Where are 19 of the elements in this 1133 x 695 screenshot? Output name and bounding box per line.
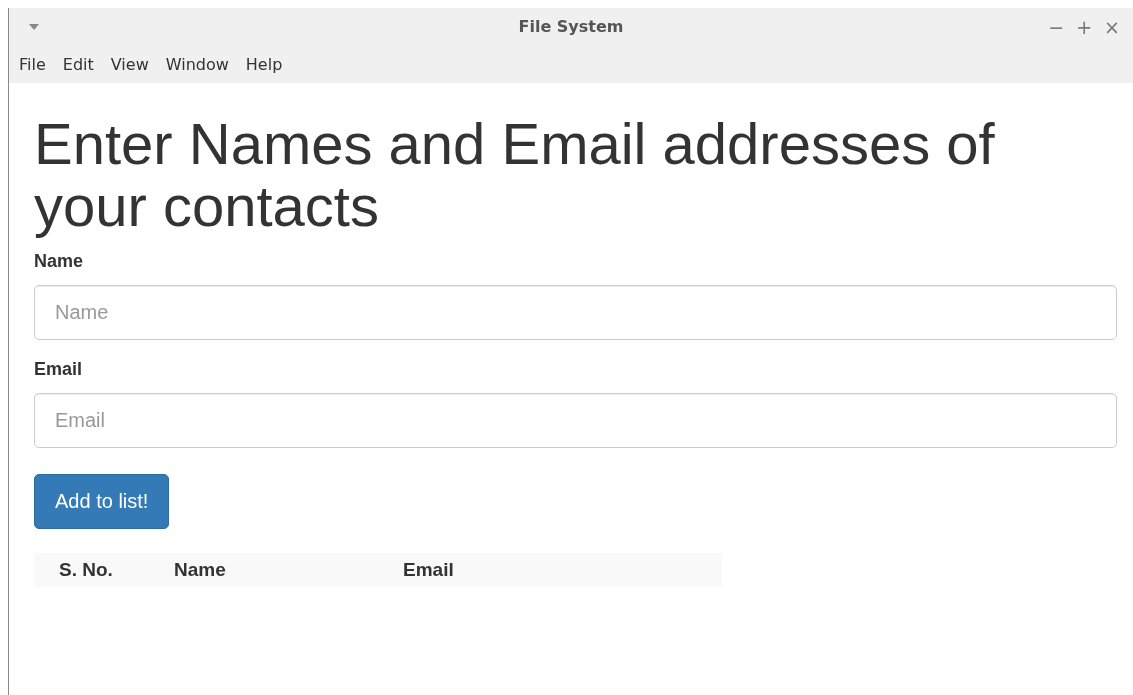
window-control-button[interactable]: × (1101, 15, 1123, 38)
field-label: Email (34, 359, 84, 380)
window-control-button[interactable]: + (1073, 15, 1096, 38)
menu-item[interactable]: Help (238, 54, 291, 74)
column-header: Name (174, 559, 227, 581)
menu-item[interactable]: View (103, 54, 157, 74)
dropdown-icon[interactable] (29, 23, 39, 30)
menu-item[interactable]: File (12, 54, 54, 74)
window-title: File System (518, 17, 624, 36)
input-field[interactable]: Email (34, 393, 1117, 448)
menu-item[interactable]: Edit (55, 54, 102, 74)
column-header: S. No. (59, 559, 114, 581)
menu-item[interactable]: Window (158, 54, 237, 74)
field-label: Name (34, 251, 85, 272)
add-button[interactable]: Add to list! (34, 474, 170, 529)
page-heading: Enter Names and Email addresses of your contacts (34, 113, 996, 237)
column-header: Email (403, 559, 454, 581)
window-control-button[interactable]: − (1045, 15, 1068, 38)
input-field[interactable]: Name (34, 285, 1117, 340)
